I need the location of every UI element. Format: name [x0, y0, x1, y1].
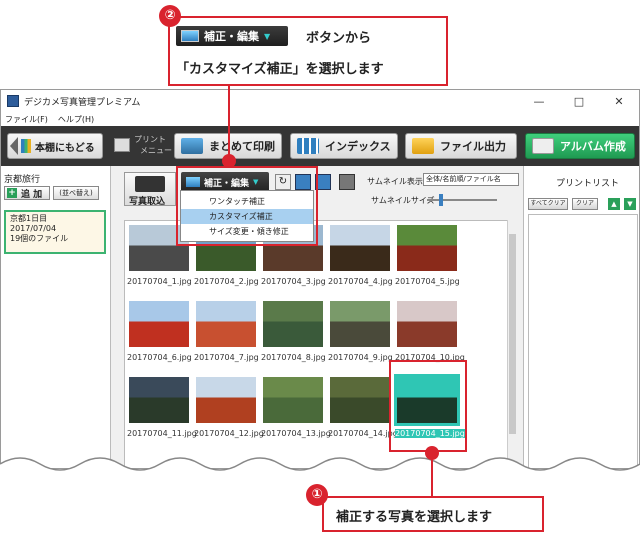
app-window: デジカメ写真管理プレミアム — □ ✕ ファイル(F) ヘルプ(H) 本棚にもど…	[0, 89, 640, 469]
album-icon	[532, 138, 554, 154]
photo-thumbnail[interactable]	[397, 225, 457, 271]
window-title: デジカメ写真管理プレミアム	[24, 97, 141, 108]
photo-filename: 20170704_13.jpg	[261, 429, 331, 438]
photo-thumbnail[interactable]	[263, 301, 323, 347]
photo-thumbnail[interactable]	[330, 225, 390, 271]
photo-thumbnail[interactable]	[196, 377, 256, 423]
instruction-callout-top: 補正・編集 ▼ ボタンから 「カスタマイズ補正」を選択します	[168, 16, 448, 86]
add-album-button[interactable]: + 追 加	[4, 186, 50, 200]
thumb-size-label: サムネイルサイズ	[371, 196, 435, 205]
photo-thumbnail[interactable]	[330, 377, 390, 423]
photo-filename: 20170704_11.jpg	[127, 429, 197, 438]
file-output-button[interactable]: ファイル出力	[405, 133, 517, 159]
plus-icon: +	[7, 188, 17, 198]
bookshelf-icon	[21, 139, 31, 153]
instruction-callout-bottom: 補正する写真を選択します	[322, 496, 544, 532]
thumb-size-slider[interactable]	[427, 194, 497, 206]
back-to-shelf-button[interactable]: 本棚にもどる	[7, 133, 103, 159]
photo-filename: 20170704_6.jpg	[127, 353, 192, 362]
photo-thumbnail[interactable]	[129, 301, 189, 347]
index-grid-icon	[297, 138, 319, 154]
callout-text-line1: ボタンから	[306, 31, 372, 46]
album-count: 19個のファイル	[10, 234, 69, 243]
step-2-badge: ②	[159, 5, 181, 27]
photo-thumbnail[interactable]	[397, 301, 457, 347]
menu-resize-tilt[interactable]: サイズ変更・傾き修正	[181, 224, 313, 239]
move-up-button[interactable]: ▲	[608, 198, 620, 210]
wavy-cut-edge	[0, 457, 640, 482]
selected-photo-highlight	[389, 360, 467, 452]
photo-thumbnail[interactable]	[330, 301, 390, 347]
photo-filename: 20170704_12.jpg	[194, 429, 264, 438]
photo-thumbnail[interactable]	[129, 377, 189, 423]
album-list-panel: 京都旅行 + 追 加 (並べ替え) 京都1日目 2017/07/04 19個のフ…	[1, 166, 111, 468]
thumb-display-select[interactable]: 全体/名前順/ファイル名	[423, 173, 519, 186]
album-date: 2017/07/04	[10, 224, 57, 233]
photo-filename: 20170704_1.jpg	[127, 277, 192, 286]
maximize-button[interactable]: □	[559, 95, 599, 108]
connector-line-top	[228, 86, 230, 158]
slider-thumb[interactable]	[439, 194, 443, 206]
chevron-down-icon: ▼	[264, 31, 271, 41]
photo-filename: 20170704_3.jpg	[261, 277, 326, 286]
photo-filename: 20170704_7.jpg	[194, 353, 259, 362]
photo-filename: 20170704_9.jpg	[328, 353, 393, 362]
edit-photo-icon	[181, 30, 199, 42]
callout-text-line2: 「カスタマイズ補正」を選択します	[176, 62, 384, 77]
album-create-button[interactable]: アルバム作成	[525, 133, 635, 159]
print-menu-label: プリント メニュー	[114, 134, 174, 158]
menu-help[interactable]: ヘルプ(H)	[58, 114, 94, 125]
print-list-box	[528, 214, 638, 468]
folder-icon	[412, 138, 434, 154]
print-list-title: プリントリスト	[556, 179, 620, 189]
photo-thumbnail[interactable]	[263, 377, 323, 423]
photo-thumbnail[interactable]	[196, 301, 256, 347]
menu-customize-correction[interactable]: カスタマイズ補正	[181, 209, 313, 224]
menu-one-touch-correction[interactable]: ワンタッチ補正	[181, 194, 313, 209]
stack-print-icon	[181, 138, 203, 154]
connector-dot-top	[222, 154, 236, 168]
menu-bar: ファイル(F) ヘルプ(H)	[1, 112, 639, 126]
photo-filename: 20170704_4.jpg	[328, 277, 393, 286]
edit-dropdown-menu: ワンタッチ補正 カスタマイズ補正 サイズ変更・傾き修正	[180, 190, 314, 242]
photo-filename: 20170704_5.jpg	[395, 277, 460, 286]
minimize-button[interactable]: —	[519, 95, 559, 108]
trash-icon[interactable]	[339, 174, 355, 190]
back-arrow-icon	[10, 137, 18, 155]
connector-line-bottom	[431, 458, 433, 496]
close-button[interactable]: ✕	[599, 95, 639, 108]
clear-button[interactable]: クリア	[572, 198, 598, 210]
photo-filename: 20170704_8.jpg	[261, 353, 326, 362]
import-photo-button[interactable]: 写真取込	[124, 172, 176, 207]
album-name: 京都1日目	[10, 214, 48, 223]
photo-filename: 20170704_2.jpg	[194, 277, 259, 286]
callout-edit-button-image: 補正・編集 ▼	[176, 26, 288, 46]
callout-edit-button-label: 補正・編集	[204, 30, 259, 43]
title-bar: デジカメ写真管理プレミアム — □ ✕	[1, 90, 639, 112]
scrollbar-thumb[interactable]	[509, 234, 516, 434]
main-toolbar: 本棚にもどる プリント メニュー まとめて印刷 インデックス ファイル出力 アル…	[1, 126, 639, 166]
photo-filename: 20170704_14.jpg	[328, 429, 398, 438]
menu-file[interactable]: ファイル(F)	[5, 114, 48, 125]
move-down-button[interactable]: ▼	[624, 198, 636, 210]
thumb-display-label: サムネイル表示	[367, 177, 423, 186]
app-icon	[7, 95, 19, 107]
shelf-title: 京都旅行	[4, 175, 41, 185]
album-item[interactable]: 京都1日目 2017/07/04 19個のファイル	[4, 210, 106, 254]
callout-bottom-text: 補正する写真を選択します	[336, 510, 493, 525]
print-list-panel: プリントリスト すべてクリア クリア ▲ ▼	[523, 166, 639, 468]
sort-button[interactable]: (並べ替え)	[53, 186, 99, 200]
step-1-badge: ①	[306, 484, 328, 506]
camera-icon	[135, 176, 165, 192]
index-button[interactable]: インデックス	[290, 133, 398, 159]
grid-scrollbar[interactable]	[507, 220, 517, 468]
clear-all-button[interactable]: すべてクリア	[528, 198, 568, 210]
printer-icon	[114, 138, 130, 152]
